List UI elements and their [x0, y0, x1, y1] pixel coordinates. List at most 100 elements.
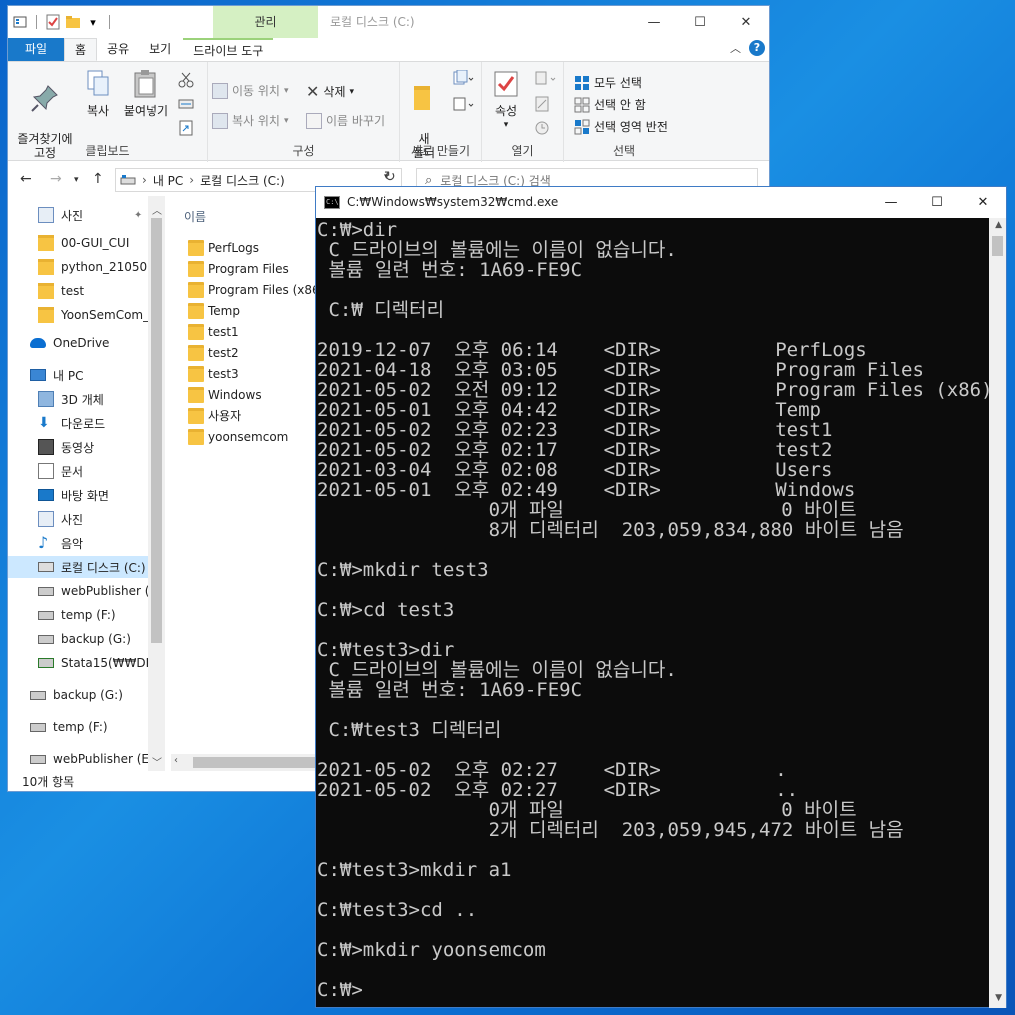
- nav-item[interactable]: temp (F:): [8, 716, 148, 738]
- open-icon[interactable]: [534, 70, 556, 86]
- file-row[interactable]: test3: [188, 363, 239, 384]
- nav-item[interactable]: temp (F:): [8, 604, 148, 626]
- close-button[interactable]: ✕: [723, 6, 769, 38]
- new-group: 새 폴더 새로 만들기: [400, 62, 482, 162]
- nav-item[interactable]: 사진: [8, 508, 148, 530]
- delete-label: 삭제: [323, 85, 346, 99]
- folder-icon: [188, 323, 204, 340]
- customize-qat-icon[interactable]: ▾: [85, 14, 101, 30]
- breadcrumb-separator-icon: ›: [189, 173, 195, 187]
- breadcrumb-pc[interactable]: 내 PC: [153, 172, 183, 189]
- window-title: 로컬 디스크 (C:): [330, 15, 415, 29]
- file-row[interactable]: Temp: [188, 300, 240, 321]
- nav-item[interactable]: webPublisher (E: [8, 580, 148, 602]
- nav-item[interactable]: 로컬 디스크 (C:): [8, 556, 148, 578]
- help-icon[interactable]: ?: [749, 40, 765, 56]
- forward-arrow-icon[interactable]: →: [50, 171, 62, 187]
- nav-item[interactable]: 문서: [8, 460, 148, 482]
- folder-icon: [188, 386, 204, 403]
- cmd-scrollbar-thumb[interactable]: [992, 236, 1003, 256]
- cmd-close-button[interactable]: ✕: [960, 187, 1006, 218]
- nav-item[interactable]: webPublisher (E:): [8, 748, 148, 770]
- cmd-scroll-down-arrow-icon[interactable]: ▼: [995, 993, 1002, 1003]
- cut-icon[interactable]: [178, 72, 194, 88]
- nav-item[interactable]: python_210501: [8, 256, 148, 278]
- copy-to-button[interactable]: 복사 위치 ▾: [212, 112, 289, 129]
- move-to-button[interactable]: 이동 위치 ▾: [212, 82, 289, 99]
- name-column-header[interactable]: 이름: [184, 208, 206, 225]
- nav-item[interactable]: 3D 개체: [8, 388, 148, 410]
- new-folder-qat-icon[interactable]: [65, 14, 81, 30]
- paste-button[interactable]: 붙여넣기: [120, 68, 172, 118]
- nav-item[interactable]: 00-GUI_CUI: [8, 232, 148, 254]
- file-row[interactable]: test1: [188, 321, 239, 342]
- tab-drive-tools[interactable]: 드라이브 도구: [183, 38, 274, 61]
- back-arrow-icon[interactable]: ←: [20, 171, 32, 187]
- new-item-icon[interactable]: [452, 70, 474, 86]
- file-row[interactable]: Program Files (x86): [188, 279, 324, 300]
- scroll-down-arrow-icon[interactable]: ﹀: [152, 754, 162, 769]
- nav-item[interactable]: 동영상: [8, 436, 148, 458]
- pin-icon: [31, 85, 58, 112]
- move-to-icon: [212, 82, 228, 99]
- nav-item[interactable]: YoonSemCom_p: [8, 304, 148, 326]
- drive-icon: [30, 690, 46, 700]
- scroll-left-arrow-icon[interactable]: ‹: [174, 755, 178, 766]
- up-arrow-icon[interactable]: ↑: [92, 171, 104, 187]
- check-properties-icon[interactable]: [45, 14, 61, 30]
- folder-icon: [38, 307, 54, 323]
- tab-home[interactable]: 홈: [64, 38, 98, 61]
- copy-button[interactable]: 복사: [80, 68, 116, 118]
- nav-item[interactable]: backup (G:): [8, 628, 148, 650]
- nav-item[interactable]: OneDrive: [8, 332, 148, 354]
- file-row[interactable]: yoonsemcom: [188, 426, 288, 447]
- paste-shortcut-icon[interactable]: [178, 120, 194, 136]
- file-row[interactable]: PerfLogs: [188, 237, 259, 258]
- cmd-scrollbar[interactable]: [989, 218, 1006, 1008]
- easy-access-icon[interactable]: [452, 96, 474, 112]
- edit-icon[interactable]: [534, 96, 550, 112]
- horizontal-scrollbar-thumb[interactable]: [193, 757, 321, 768]
- nav-item[interactable]: ♪ 음악: [8, 532, 148, 554]
- select-all-button[interactable]: 모두 선택: [574, 74, 642, 91]
- breadcrumb-drive[interactable]: 로컬 디스크 (C:): [200, 172, 285, 189]
- history-icon[interactable]: [534, 120, 550, 136]
- file-row[interactable]: Program Files: [188, 258, 289, 279]
- file-row[interactable]: Windows: [188, 384, 262, 405]
- nav-item[interactable]: test: [8, 280, 148, 302]
- console-line: 볼륨 일련 번호: 1A69-FE9C: [317, 259, 583, 281]
- cmd-scroll-up-arrow-icon[interactable]: ▲: [995, 220, 1002, 230]
- nav-scrollbar-thumb[interactable]: [151, 218, 162, 643]
- clipboard-group: 즐겨찾기에 고정 복사 붙여넣기 클립보드: [8, 62, 208, 162]
- file-row[interactable]: 사용자: [188, 405, 241, 426]
- scroll-up-arrow-icon[interactable]: ︿: [152, 202, 162, 217]
- nav-item[interactable]: ⬇ 다운로드: [8, 412, 148, 434]
- rename-button[interactable]: 이름 바꾸기: [306, 112, 385, 129]
- delete-button[interactable]: ✕ 삭제 ▾: [306, 82, 354, 101]
- select-none-button[interactable]: 선택 안 함: [574, 96, 646, 113]
- properties-qat-icon[interactable]: [12, 14, 28, 30]
- collapse-ribbon-icon[interactable]: ︿: [730, 40, 741, 56]
- console-line: 0개 파일 0 바이트: [317, 799, 857, 821]
- tab-file[interactable]: 파일: [8, 38, 64, 61]
- nav-item[interactable]: backup (G:): [8, 684, 148, 706]
- nav-item[interactable]: 바탕 화면: [8, 484, 148, 506]
- minimize-button[interactable]: —: [631, 6, 677, 38]
- refresh-icon[interactable]: ↻: [384, 169, 396, 185]
- invert-selection-button[interactable]: 선택 영역 반전: [574, 118, 668, 135]
- nav-item[interactable]: 사진 ✦: [8, 204, 148, 226]
- nav-item[interactable]: Stata15(₩₩DES: [8, 652, 148, 674]
- tab-share[interactable]: 공유: [97, 38, 139, 61]
- maximize-button[interactable]: ☐: [677, 6, 723, 38]
- nav-item[interactable]: 내 PC: [8, 364, 148, 386]
- file-row[interactable]: test2: [188, 342, 239, 363]
- cmd-minimize-button[interactable]: —: [868, 187, 914, 218]
- tab-view[interactable]: 보기: [139, 38, 181, 61]
- copy-path-icon[interactable]: [178, 96, 194, 112]
- console-output[interactable]: C:₩>dir C 드라이브의 볼륨에는 이름이 없습니다. 볼륨 일련 번호:…: [317, 218, 991, 1008]
- recent-locations-icon[interactable]: ▾: [74, 175, 79, 185]
- cmd-maximize-button[interactable]: ☐: [914, 187, 960, 218]
- properties-button[interactable]: 속성 ▾: [488, 68, 524, 132]
